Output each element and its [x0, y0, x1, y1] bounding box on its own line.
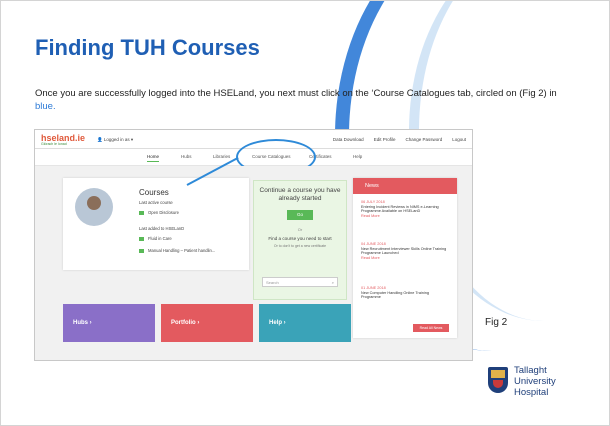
logout-link[interactable]: Logout [452, 137, 466, 142]
news-text: New Recruitment Interviewer Skills Onlin… [361, 246, 447, 256]
find-course-text: Find a course you need to start [268, 236, 332, 241]
news-panel: News 06 JULY 2018 Entering Incident Revie… [353, 178, 457, 338]
hubs-tile[interactable]: Hubs › [63, 304, 155, 342]
slide: Finding TUH Courses Once you are success… [0, 0, 610, 426]
course-avatar-image [75, 188, 113, 226]
last-added-label: Last added to HSELanD [139, 226, 185, 231]
user-label: Logged in as [103, 137, 130, 142]
course-icon [139, 248, 144, 253]
intro-text: Once you are successfully logged into th… [35, 87, 565, 113]
top-links: Data Download Edit Profile Change Passwo… [333, 137, 466, 142]
hseland-screenshot: hseland.ie Glórach le Ionad 👤 Logged in a… [34, 129, 473, 361]
intro-blue-word: blue. [35, 101, 56, 112]
added-item-2[interactable]: Manual Handling – Patient handlin... [139, 248, 215, 253]
go-button[interactable]: Go [287, 210, 313, 220]
tuh-logo-text: Tallaght University Hospital [514, 365, 556, 398]
news-item[interactable]: 06 JULY 2018 Entering Incident Reviews in… [361, 200, 449, 218]
hseland-logo[interactable]: hseland.ie Glórach le Ionad [41, 133, 85, 146]
tab-help[interactable]: Help [353, 154, 362, 159]
or-divider: Or [297, 227, 303, 232]
added-item-label: Manual Handling – Patient handlin... [148, 248, 216, 253]
course-search-input[interactable]: Search ⌕ [262, 277, 338, 287]
added-item-label: Fluid in Care [148, 236, 172, 241]
change-password-link[interactable]: Change Password [405, 137, 442, 142]
hospital-crest-icon [488, 367, 508, 393]
intro-main: Once you are successfully logged into th… [35, 88, 557, 99]
news-item[interactable]: 04 JUNE 2018 New Recruitment Interviewer … [361, 242, 449, 260]
data-download-link[interactable]: Data Download [333, 137, 364, 142]
logo-line: University [514, 376, 556, 387]
logo-line: Hospital [514, 387, 549, 398]
slide-title: Finding TUH Courses [35, 35, 260, 60]
courses-title: Courses [139, 188, 169, 197]
courses-panel: Courses Last active course Open Disclosu… [63, 178, 249, 270]
read-more-link[interactable]: Read More [361, 214, 449, 219]
figure-label: Fig 2 [485, 317, 508, 328]
course-icon [139, 236, 144, 241]
search-icon: ⌕ [331, 280, 334, 285]
news-text: New Computer Handling Online Training Pr… [361, 290, 429, 300]
find-course-subtext: Or to don't to get a new certificate [273, 244, 327, 248]
hubs-tile-label: Hubs [73, 320, 88, 326]
added-item-1[interactable]: Fluid in Care [139, 236, 172, 241]
tab-hubs[interactable]: Hubs [181, 154, 192, 159]
help-tile[interactable]: Help › [259, 304, 351, 342]
news-item[interactable]: 01 JUNE 2018 New Computer Handling Online… [361, 286, 449, 300]
user-menu[interactable]: 👤 Logged in as ▾ [97, 137, 133, 143]
read-more-link[interactable]: Read More [361, 256, 449, 261]
tab-libraries[interactable]: Libraries [213, 154, 230, 159]
news-text: Entering Incident Reviews in NIMS e-Lear… [361, 204, 439, 214]
last-active-label: Last active course [139, 200, 173, 205]
portfolio-tile[interactable]: Portfolio › [161, 304, 253, 342]
continue-course-panel: Continue a course you have already start… [253, 180, 347, 300]
read-all-news-button[interactable]: Read All News [413, 324, 449, 332]
search-placeholder: Search [266, 280, 279, 285]
course-icon [139, 210, 144, 215]
news-heading: News [353, 178, 457, 194]
edit-profile-link[interactable]: Edit Profile [374, 137, 396, 142]
portfolio-tile-label: Portfolio [171, 320, 196, 326]
help-tile-label: Help [269, 320, 283, 326]
last-active-item-label: Open Disclosure [148, 210, 179, 215]
continue-heading: Continue a course you have already start… [259, 187, 341, 202]
logo-line: Tallaght [514, 365, 547, 376]
tab-home[interactable]: Home [147, 154, 160, 162]
last-active-item[interactable]: Open Disclosure [139, 210, 179, 215]
tuh-logo: Tallaght University Hospital [488, 365, 588, 405]
